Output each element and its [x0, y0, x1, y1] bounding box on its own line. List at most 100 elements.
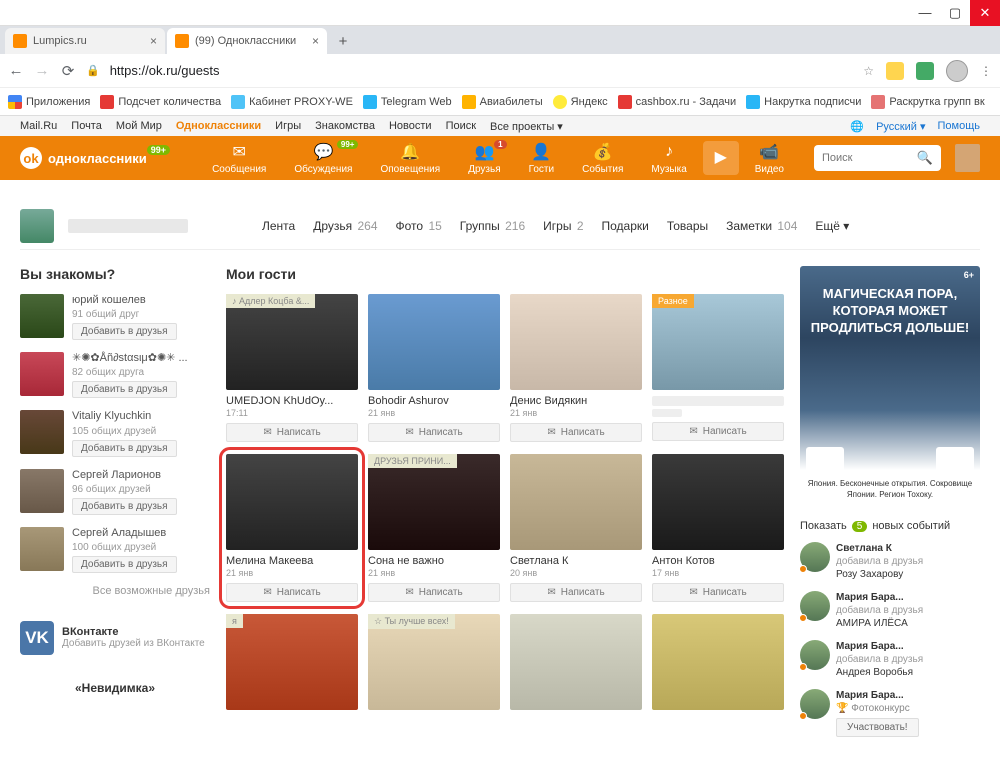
event-user-name[interactable]: Мария Бара...: [836, 689, 919, 702]
nav-notifications[interactable]: 🔔Оповещения: [368, 142, 452, 175]
guest-name[interactable]: Мелина Макеева: [226, 555, 358, 567]
guest-name[interactable]: Сона не важно: [368, 555, 500, 567]
write-message-button[interactable]: ✉Написать: [652, 583, 784, 602]
bookmark-item[interactable]: Подсчет количества: [100, 95, 221, 109]
mailru-link[interactable]: Mail.Ru: [20, 120, 57, 132]
suggestion-name[interactable]: Сергей Аладышев: [72, 527, 210, 540]
url-input[interactable]: [110, 59, 854, 83]
tab-goods[interactable]: Товары: [667, 219, 708, 233]
guest-photo-tag[interactable]: я: [226, 614, 243, 628]
extension-icon[interactable]: [916, 62, 934, 80]
nav-discussions[interactable]: 💬Обсуждения99+: [282, 142, 364, 175]
tab-gifts[interactable]: Подарки: [602, 219, 649, 233]
tab-close-icon[interactable]: ×: [312, 34, 319, 48]
profile-avatar[interactable]: [20, 209, 54, 243]
guest-photo[interactable]: [510, 454, 642, 550]
all-possible-friends-link[interactable]: Все возможные друзья: [20, 585, 210, 597]
guest-photo[interactable]: [510, 294, 642, 390]
suggestion-avatar[interactable]: [20, 294, 64, 338]
write-message-button[interactable]: ✉Написать: [652, 422, 784, 441]
guest-name[interactable]: UMEDJON KhUdOy...: [226, 395, 358, 407]
tab-notes[interactable]: Заметки 104: [726, 219, 797, 233]
tab-friends[interactable]: Друзья 264: [313, 219, 377, 233]
vk-import-block[interactable]: VK ВКонтакте Добавить друзей из ВКонтакт…: [20, 613, 210, 663]
language-selector[interactable]: Русский ▾: [876, 120, 925, 133]
bookmark-item[interactable]: Яндекс: [553, 95, 608, 109]
add-friend-button[interactable]: Добавить в друзья: [72, 381, 177, 398]
write-message-button[interactable]: ✉Написать: [368, 583, 500, 602]
mailru-link[interactable]: Игры: [275, 120, 301, 132]
user-avatar[interactable]: [955, 144, 980, 172]
guest-photo[interactable]: [226, 454, 358, 550]
suggestion-name[interactable]: ✳✺✿Åñ∂stαsιμ✿✺✳ ...: [72, 352, 210, 365]
event-target-link[interactable]: Розу Захарову: [836, 569, 903, 580]
event-target-link[interactable]: Андрея Воробья: [836, 667, 913, 678]
nav-music[interactable]: ♪Музыка: [639, 142, 698, 175]
suggestion-avatar[interactable]: [20, 469, 64, 513]
guest-photo-tag[interactable]: ☆ Ты лучше всех!: [368, 614, 455, 629]
nav-messages[interactable]: ✉Сообщения: [200, 142, 278, 175]
participate-button[interactable]: Участвовать!: [836, 718, 919, 737]
event-target-link[interactable]: АМИРА ИЛЁСА: [836, 618, 908, 629]
tab-groups[interactable]: Группы 216: [460, 219, 525, 233]
bookmark-item[interactable]: cashbox.ru - Задачи: [618, 95, 737, 109]
tab-more[interactable]: Ещё ▾: [815, 219, 849, 233]
mailru-link[interactable]: Мой Мир: [116, 120, 162, 132]
search-icon[interactable]: 🔍: [917, 150, 933, 166]
guest-photo[interactable]: Разное: [652, 294, 784, 390]
mailru-link[interactable]: Все проекты ▾: [490, 120, 563, 133]
guest-photo[interactable]: [652, 614, 784, 710]
mailru-link-active[interactable]: Одноклассники: [176, 120, 261, 132]
invisible-mode-block[interactable]: «Невидимка»: [20, 681, 210, 695]
suggestion-name[interactable]: Vitaliy Klyuchkin: [72, 410, 210, 423]
guest-name[interactable]: Денис Видякин: [510, 395, 642, 407]
write-message-button[interactable]: ✉Написать: [510, 583, 642, 602]
nav-guests[interactable]: 👤Гости: [517, 142, 566, 175]
write-message-button[interactable]: ✉Написать: [368, 423, 500, 442]
tab-close-icon[interactable]: ×: [150, 34, 157, 48]
profile-avatar[interactable]: [946, 60, 968, 82]
guest-name[interactable]: Антон Котов: [652, 555, 784, 567]
event-user-name[interactable]: Мария Бара...: [836, 641, 904, 652]
nav-video[interactable]: 📹Видео: [743, 142, 796, 175]
ad-banner[interactable]: 6+ МАГИЧЕСКАЯ ПОРА, КОТОРАЯ МОЖЕТ ПРОДЛИ…: [800, 266, 980, 506]
bookmark-apps[interactable]: Приложения: [8, 95, 90, 109]
tab-feed[interactable]: Лента: [262, 219, 295, 233]
search-box[interactable]: 🔍: [814, 145, 941, 171]
browser-tab-active[interactable]: (99) Одноклассники ×: [167, 28, 327, 54]
mailru-link[interactable]: Знакомства: [315, 120, 375, 132]
bookmark-item[interactable]: Накрутка подписчи: [746, 95, 861, 109]
mailru-link[interactable]: Почта: [71, 120, 102, 132]
suggestion-avatar[interactable]: [20, 352, 64, 396]
guest-photo[interactable]: я: [226, 614, 358, 710]
reload-icon[interactable]: ⟳: [60, 63, 76, 79]
window-close[interactable]: ✕: [970, 0, 1000, 26]
guest-photo[interactable]: ♪ Адлер Коцба &...: [226, 294, 358, 390]
browser-tab[interactable]: Lumpics.ru ×: [5, 28, 165, 54]
ok-logo[interactable]: ok одноклассники 99+: [20, 147, 176, 169]
bookmark-item[interactable]: Telegram Web: [363, 95, 452, 109]
suggestion-avatar[interactable]: [20, 410, 64, 454]
events-header[interactable]: Показать 5 новых событий: [800, 520, 980, 532]
event-avatar[interactable]: [800, 640, 830, 670]
event-avatar[interactable]: [800, 591, 830, 621]
suggestion-name[interactable]: юрий кошелев: [72, 294, 210, 307]
add-friend-button[interactable]: Добавить в друзья: [72, 323, 177, 340]
nav-friends[interactable]: 👥Друзья1: [456, 142, 512, 175]
nav-events[interactable]: 💰События: [570, 142, 635, 175]
guest-photo-tag[interactable]: Разное: [652, 294, 694, 308]
event-user-name[interactable]: Светлана К: [836, 543, 892, 554]
guest-photo[interactable]: [510, 614, 642, 710]
new-tab-button[interactable]: +: [329, 28, 357, 54]
write-message-button[interactable]: ✉Написать: [510, 423, 642, 442]
mailru-link[interactable]: Поиск: [446, 120, 476, 132]
mailru-link[interactable]: Новости: [389, 120, 432, 132]
event-avatar[interactable]: [800, 689, 830, 719]
bookmark-item[interactable]: Кабинет PROXY-WE: [231, 95, 353, 109]
guest-photo[interactable]: [652, 454, 784, 550]
event-user-name[interactable]: Мария Бара...: [836, 592, 904, 603]
back-icon[interactable]: ←: [8, 63, 24, 79]
bookmark-item[interactable]: Раскрутка групп вк: [871, 95, 984, 109]
event-avatar[interactable]: [800, 542, 830, 572]
star-icon[interactable]: ☆: [863, 64, 874, 78]
